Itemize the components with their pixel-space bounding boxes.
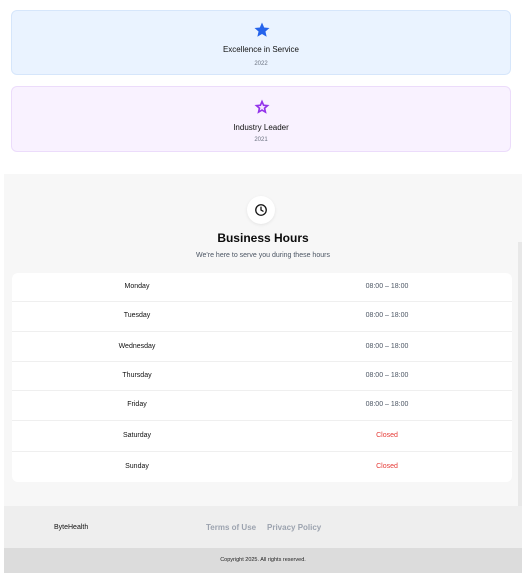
day-label: Thursday — [122, 372, 152, 379]
award-title: Excellence in Service — [222, 45, 300, 54]
award-year: 2022 — [254, 61, 268, 67]
hours-row-friday: Friday 08:00 – 18:00 — [12, 391, 512, 421]
day-label: Saturday — [122, 432, 152, 439]
time-value: 08:00 – 18:00 — [365, 283, 409, 290]
business-hours-table: Monday 08:00 – 18:00 Tuesday 08:00 – 18:… — [12, 273, 512, 482]
scrollbar-track[interactable] — [518, 242, 522, 506]
day-label: Sunday — [125, 463, 149, 470]
clock-badge — [247, 196, 275, 224]
star-icon — [254, 22, 270, 37]
copyright-text: Copyright 2025. All rights reserved. — [220, 557, 306, 563]
award-card-excellence: Excellence in Service 2022 — [11, 10, 511, 75]
footer: ByteHealth Terms of Use Privacy Policy — [4, 506, 522, 548]
terms-of-use-link[interactable]: Terms of Use — [206, 523, 256, 532]
hours-row-saturday: Saturday Closed — [12, 421, 512, 452]
clock-icon — [255, 204, 267, 216]
day-label: Wednesday — [118, 343, 156, 350]
hours-row-tuesday: Tuesday 08:00 – 18:00 — [12, 302, 512, 332]
day-label: Tuesday — [123, 312, 151, 319]
footer-brand: ByteHealth — [54, 524, 89, 531]
time-value: 08:00 – 18:00 — [365, 401, 409, 408]
hours-row-monday: Monday 08:00 – 18:00 — [12, 273, 512, 302]
business-hours-subtitle: We're here to serve you during these hou… — [196, 252, 330, 259]
day-label: Friday — [127, 401, 147, 408]
time-value: 08:00 – 18:00 — [365, 372, 409, 379]
hours-row-thursday: Thursday 08:00 – 18:00 — [12, 362, 512, 391]
hours-row-wednesday: Wednesday 08:00 – 18:00 — [12, 332, 512, 362]
business-hours-title: Business Hours — [217, 231, 309, 245]
award-year: 2021 — [254, 137, 268, 143]
time-value: Closed — [376, 463, 398, 470]
time-value: Closed — [376, 432, 398, 439]
time-value: 08:00 – 18:00 — [365, 312, 409, 319]
award-card-industry-leader: Industry Leader 2021 — [11, 86, 511, 152]
page: Excellence in Service 2022 Industry Lead… — [0, 0, 526, 573]
day-label: Monday — [124, 283, 150, 290]
privacy-policy-link[interactable]: Privacy Policy — [267, 523, 321, 532]
copyright-bar: Copyright 2025. All rights reserved. — [4, 548, 522, 573]
hours-row-sunday: Sunday Closed — [12, 452, 512, 482]
award-star-icon — [254, 99, 270, 114]
time-value: 08:00 – 18:00 — [365, 343, 409, 350]
award-title: Industry Leader — [233, 123, 289, 132]
